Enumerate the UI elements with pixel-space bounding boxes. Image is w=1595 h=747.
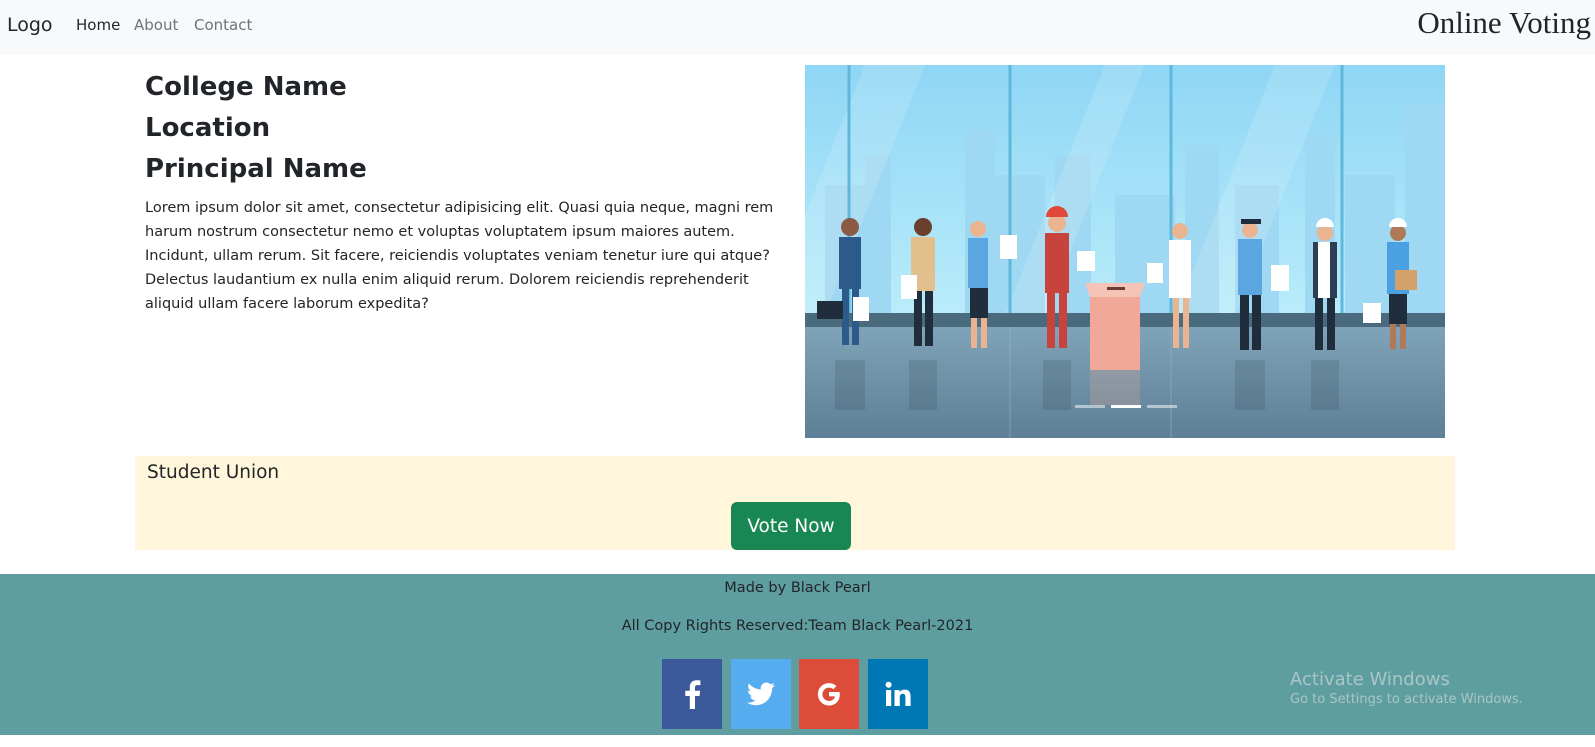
linkedin-link[interactable]: [868, 659, 928, 729]
navbar: Logo Home About Contact Online Voting: [0, 0, 1595, 55]
nav-contact-link[interactable]: Contact: [194, 16, 252, 34]
facebook-link[interactable]: [662, 659, 722, 729]
twitter-icon: [747, 682, 775, 706]
principal-name-heading: Principal Name: [145, 154, 367, 184]
carousel-indicator-2[interactable]: [1111, 405, 1141, 408]
google-icon: [817, 683, 840, 706]
college-name-heading: College Name: [145, 72, 347, 102]
nav-home-link[interactable]: Home: [76, 16, 120, 34]
copyright-text: All Copy Rights Reserved:Team Black Pear…: [621, 618, 974, 634]
activate-windows-watermark: Activate Windows Go to Settings to activ…: [1290, 669, 1523, 707]
vote-now-button[interactable]: Vote Now: [731, 502, 851, 550]
carousel-indicator-1[interactable]: [1075, 405, 1105, 408]
made-by-text: Made by Black Pearl: [724, 580, 871, 596]
carousel-indicator-3[interactable]: [1147, 405, 1177, 408]
location-heading: Location: [145, 113, 271, 143]
student-union-title: Student Union: [147, 462, 280, 483]
college-description: Lorem ipsum dolor sit amet, consectetur …: [145, 200, 774, 312]
watermark-subtitle: Go to Settings to activate Windows.: [1290, 692, 1523, 707]
logo-link[interactable]: Logo: [7, 14, 53, 36]
linkedin-icon: [885, 681, 911, 706]
watermark-title: Activate Windows: [1290, 669, 1450, 690]
student-union-card: Student Union Vote Now: [135, 456, 1455, 550]
site-title: Online Voting: [1417, 5, 1591, 40]
nav-about-link[interactable]: About: [134, 16, 178, 34]
voting-carousel[interactable]: [805, 65, 1445, 438]
college-info: College Name Location Principal Name Lor…: [145, 67, 780, 316]
footer: Made by Black Pearl All Copy Rights Rese…: [0, 574, 1595, 735]
voting-illustration: [805, 65, 1445, 438]
google-link[interactable]: [799, 659, 859, 729]
facebook-icon: [685, 680, 701, 709]
twitter-link[interactable]: [731, 659, 791, 729]
